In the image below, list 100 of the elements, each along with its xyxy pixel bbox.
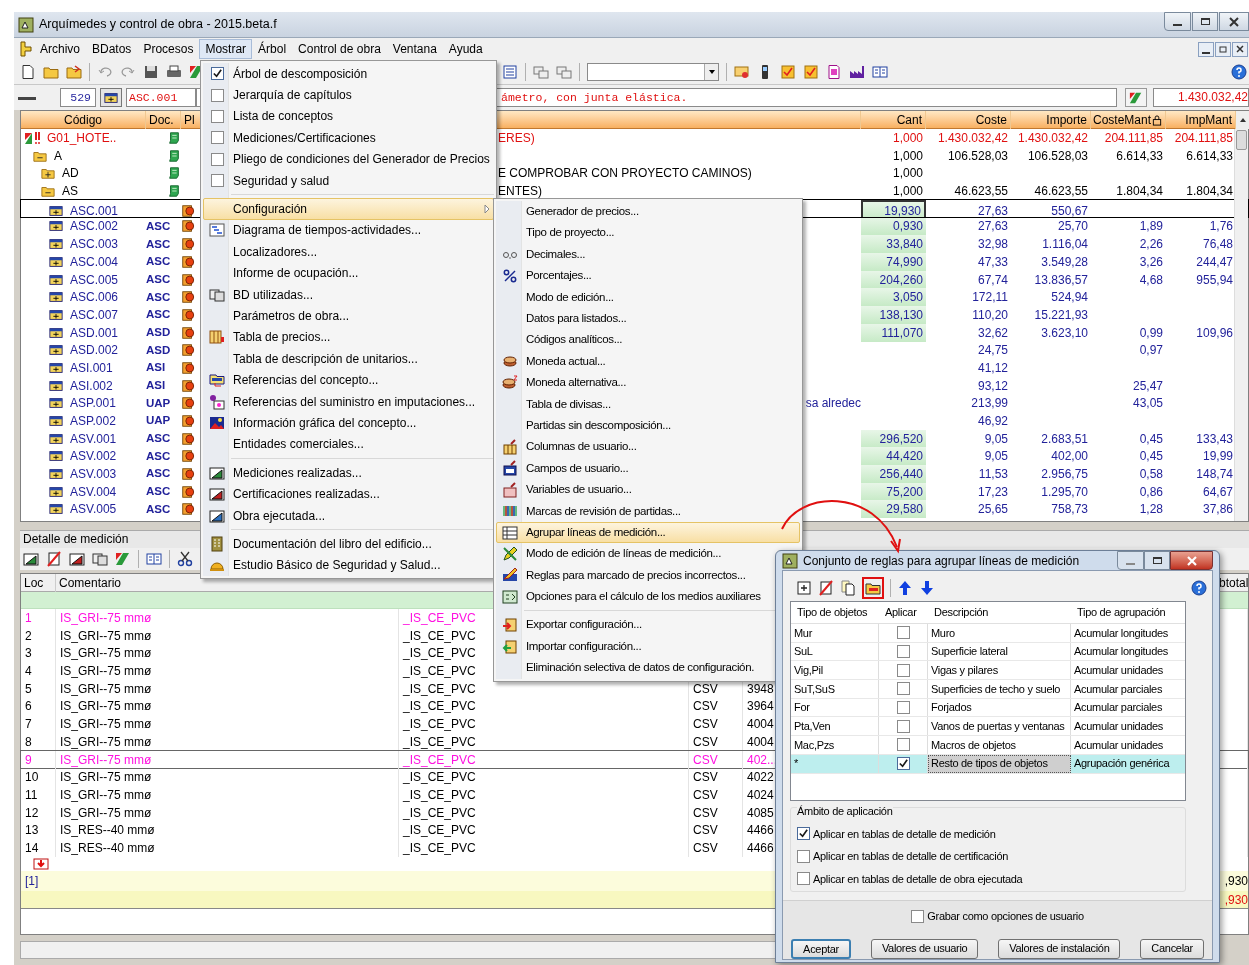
table-cell-text: Forjados xyxy=(931,700,972,716)
table-cell-text: CSV xyxy=(693,698,718,716)
table-cell-text: 1.804,34 xyxy=(1186,183,1233,201)
footer-label: [1] xyxy=(24,872,40,890)
table-cell-text: 64,67 xyxy=(1202,483,1233,501)
table-cell-text: 955,94 xyxy=(1196,271,1233,289)
table-cell-text: 29,580 xyxy=(886,501,923,519)
table-cell-text: 2.683,51 xyxy=(1041,430,1088,448)
table-cell-text: For xyxy=(794,700,810,716)
table-cell-text: 11 xyxy=(25,786,38,804)
table-cell-text: 0,58 xyxy=(1139,466,1163,484)
table-cell-text: Acumular longitudes xyxy=(1074,625,1168,641)
table-cell-text: Muro xyxy=(931,625,955,641)
table-cell-text: 9,05 xyxy=(984,430,1008,448)
table-cell-text: Acumular unidades xyxy=(1074,737,1164,753)
table-cell-text: 1,28 xyxy=(1139,501,1163,519)
menu-item-label: Generador de precios... xyxy=(526,204,639,220)
table-cell-text: IS_GRI--75 mmø xyxy=(60,786,152,804)
table-cell-text: 15.221,93 xyxy=(1034,306,1088,324)
table-cell-text: 3,26 xyxy=(1139,253,1163,271)
table-cell-text: 1.295,70 xyxy=(1041,483,1088,501)
menu-item-label: Mediciones/Certificaciones xyxy=(233,129,376,147)
checkbox-label: Grabar como opciones de usuario xyxy=(927,909,1084,924)
table-cell-text: _IS_CE_PVC xyxy=(403,698,476,716)
table-cell-text: 9 xyxy=(25,751,32,769)
menu-item-label: Parámetros de obra... xyxy=(233,308,350,325)
menu-item-label: Referencias del concepto... xyxy=(233,372,379,390)
table-cell-text: _IS_CE_PVC xyxy=(403,769,476,787)
table-cell-text: ASC xyxy=(146,448,171,464)
table-cell-text: Vig,Pil xyxy=(794,662,823,678)
table-cell-text: 1.430.032,42 xyxy=(1017,130,1088,147)
table-cell-text: 2 xyxy=(25,627,32,645)
menu-item-label: Eliminación selectiva de datos de configuración. xyxy=(526,660,755,676)
table-cell-text: 46.623,55 xyxy=(954,183,1008,201)
menu-item-label: Referencias del suministro en imputaciones... xyxy=(233,393,476,411)
group-title: Ámbito de aplicación xyxy=(797,803,893,820)
table-cell-text: 27,63 xyxy=(977,202,1008,220)
table-cell-text: Acumular parciales xyxy=(1074,681,1163,697)
table-cell-text: 19,930 xyxy=(884,202,921,220)
table-cell-text: 3964 xyxy=(747,698,774,716)
table-cell-text: 172,11 xyxy=(972,289,1008,307)
table-cell-text: UAP xyxy=(146,395,171,411)
table-cell-text: Acumular unidades xyxy=(1074,662,1164,678)
menu-item-label: Moneda actual... xyxy=(526,353,606,369)
menu-item-label: Jerarquía de capítulos xyxy=(233,87,352,105)
table-cell-text: 75,200 xyxy=(886,483,923,501)
table-cell-text: 524,94 xyxy=(1051,289,1088,307)
table-cell-text: 111,070 xyxy=(881,324,923,342)
table-cell-text: _IS_CE_PVC xyxy=(403,786,476,804)
table-cell-text: 0,45 xyxy=(1139,430,1163,448)
table-cell-text: ASC xyxy=(146,218,171,234)
table-cell-text: _IS_CE_PVC xyxy=(403,663,476,681)
table-cell-text: 74,990 xyxy=(886,253,923,271)
table-cell-text: IS_GRI--75 mmø xyxy=(60,698,152,716)
table-cell-text: 10 xyxy=(25,769,39,787)
table-cell-text: 148,74 xyxy=(1196,466,1233,484)
table-cell-text: ASI xyxy=(146,360,166,376)
table-cell-text: IS_GRI--75 mmø xyxy=(60,610,152,627)
table-cell-text: Superficies de techo y suelo xyxy=(931,681,1061,697)
table-cell-text: 204,260 xyxy=(879,271,923,289)
menu-item-label: Exportar configuración... xyxy=(526,617,642,633)
table-cell-text: CSV xyxy=(693,804,718,822)
table-cell-text: 110,20 xyxy=(972,306,1008,324)
menu-item-label: Certificaciones realizadas... xyxy=(233,486,380,504)
table-cell-text: _IS_CE_PVC xyxy=(403,804,476,822)
table-cell-text: 5 xyxy=(25,680,32,698)
table-cell-text: 6 xyxy=(25,698,32,716)
table-cell-text: IS_GRI--75 mmø xyxy=(60,645,152,663)
table-cell-text: 25,65 xyxy=(977,501,1008,519)
table-cell-text: 76,48 xyxy=(1202,236,1233,254)
menu-item-label: Datos para listados... xyxy=(526,311,627,326)
menu-item-label: Mediciones realizadas... xyxy=(233,464,362,482)
menu-item-label: Diagrama de tiempos-actividades... xyxy=(233,222,422,240)
total-value: ,930 xyxy=(1223,891,1248,909)
table-cell-text: 4004 xyxy=(747,716,774,734)
menu-item-label: Partidas sin descomposición... xyxy=(526,417,671,433)
table-cell-text: 1,000 xyxy=(892,165,923,183)
menu-item-label: Seguridad y salud xyxy=(233,172,330,190)
table-cell-text: _IS_CE_PVC xyxy=(403,733,476,751)
table-cell-text: Mur xyxy=(794,625,813,641)
table-cell-text: ASC xyxy=(146,236,171,252)
table-cell-text: ASC xyxy=(146,466,171,482)
table-cell-text: 4085 xyxy=(747,804,774,822)
table-cell-text: IS_RES--40 mmø xyxy=(60,839,155,857)
table-cell-text: 33,840 xyxy=(886,236,923,254)
table-cell-text: 256,440 xyxy=(879,466,923,484)
table-cell-text: _IS_CE_PVC xyxy=(403,627,476,645)
menu-item-label: BD utilizadas... xyxy=(233,286,314,304)
checkbox-label: Aplicar en tablas de detalle de obra ejecutada xyxy=(813,871,1023,887)
table-cell-text: IS_GRI--75 mmø xyxy=(60,733,152,751)
table-cell-text: 6.614,33 xyxy=(1116,147,1163,165)
table-cell-text: ASC xyxy=(146,307,171,323)
table-cell-text: 109,96 xyxy=(1196,324,1233,342)
table-cell-text: 2.956,75 xyxy=(1041,466,1088,484)
table-cell-text: 213,99 xyxy=(971,395,1008,413)
table-cell-text: 3.623,10 xyxy=(1041,324,1088,342)
table-cell-text: 1 xyxy=(25,610,32,627)
table-cell-text: CSV xyxy=(693,769,718,787)
table-cell-text: 7 xyxy=(25,716,32,734)
table-cell-text: Acumular unidades xyxy=(1074,719,1164,735)
